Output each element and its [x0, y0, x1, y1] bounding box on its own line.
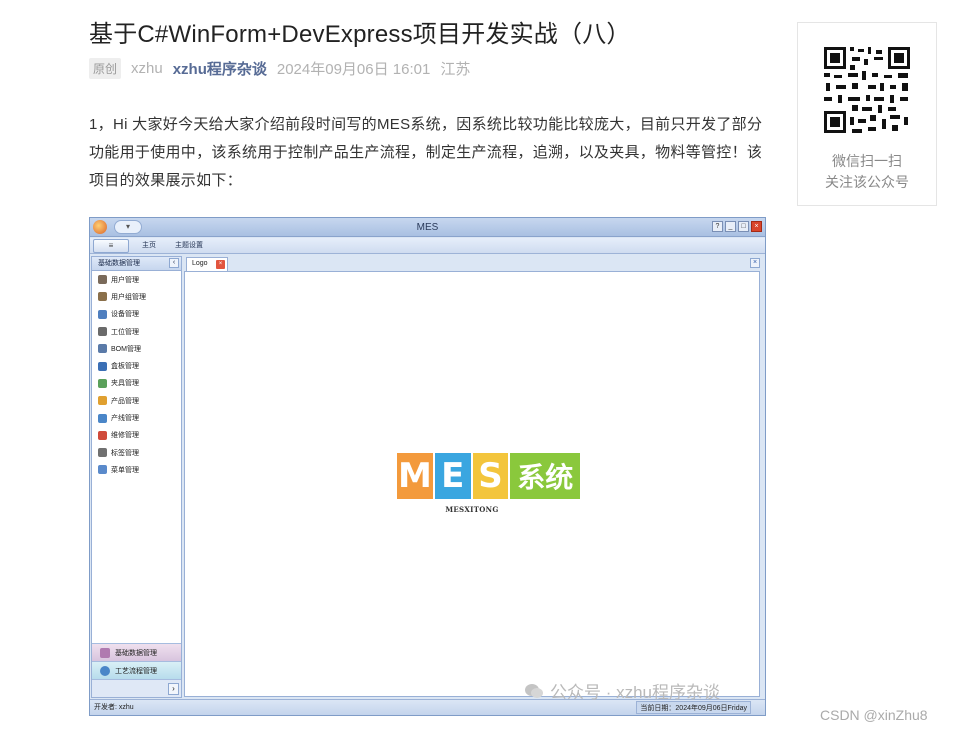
tab-close-icon[interactable]: ×: [216, 260, 225, 269]
tab-home[interactable]: 主页: [142, 240, 156, 252]
sidebar-item-icon: [98, 378, 107, 388]
help-icon[interactable]: ?: [712, 221, 723, 232]
sidebar-item[interactable]: 盒板管理: [92, 357, 181, 374]
tab-logo[interactable]: Logo ×: [186, 257, 228, 271]
sidebar-item-icon: [98, 344, 107, 354]
original-tag: 原创: [89, 58, 122, 79]
basic-data-icon: [100, 647, 110, 658]
app-titlebar: ▾ MES ? _ □ ×: [90, 218, 765, 237]
sidebar-items: 用户管理用户组管理设备管理工位管理 BOM管理盒板管理夹具管理产品管理产线管理维修…: [92, 271, 181, 479]
sidebar-item-label: 菜单管理: [111, 466, 139, 474]
sidebar-item-label: 标签管理: [111, 449, 139, 457]
mes-logo-subtitle: MESXITONG: [445, 505, 499, 514]
sidebar-item[interactable]: 工位管理: [92, 323, 181, 340]
wechat-icon: [525, 683, 543, 698]
nav-group-basic-data[interactable]: 基础数据管理: [92, 643, 181, 661]
minimize-icon[interactable]: _: [725, 221, 736, 232]
navigation-sidebar: 基础数据管理 ‹ 用户管理用户组管理设备管理工位管理 BOM管理盒板管理夹具管理产…: [91, 256, 182, 698]
window-title: MES: [416, 222, 439, 233]
qr-caption-scan: 微信扫一扫: [832, 153, 902, 169]
sidebar-item[interactable]: 设备管理: [92, 306, 181, 323]
mes-logo-block: 系统: [510, 453, 580, 499]
status-developer: 开发者: xzhu: [94, 704, 134, 711]
sidebar-item[interactable]: 维修管理: [92, 427, 181, 444]
sidebar-item-label: 维修管理: [111, 432, 139, 440]
sidebar-item-icon: [98, 448, 107, 458]
tab-theme-settings[interactable]: 主题设置: [175, 240, 203, 252]
sidebar-item[interactable]: BOM管理: [92, 340, 181, 357]
sidebar-item[interactable]: 用户组管理: [92, 288, 181, 305]
sidebar-item-icon: [98, 275, 107, 285]
publish-datetime: 2024年09月06日 16:01: [276, 61, 431, 78]
tab-logo-label: Logo: [192, 260, 208, 267]
sidebar-item-label: 用户管理: [111, 276, 139, 284]
wechat-watermark: 公众号 · xzhu程序杂谈: [524, 678, 720, 703]
qr-card: 微信扫一扫 关注该公众号: [797, 22, 937, 206]
sidebar-item[interactable]: 标签管理: [92, 444, 181, 461]
nav-group-label: 工艺流程管理: [115, 667, 157, 675]
sidebar-item[interactable]: 产品管理: [92, 392, 181, 409]
sidebar-item[interactable]: 菜单管理: [92, 461, 181, 478]
expand-arrow-icon[interactable]: ›: [168, 683, 179, 695]
author-name: xzhu: [131, 60, 163, 77]
mes-app-screenshot: ▾ MES ? _ □ × ≡ 主页 主题设置 基础数据管理 ‹ 用户管理用户组…: [89, 217, 766, 716]
sidebar-item[interactable]: 夹具管理: [92, 375, 181, 392]
close-icon[interactable]: ×: [751, 221, 762, 232]
document-tabs: Logo × ×: [184, 256, 764, 271]
sidebar-title: 基础数据管理: [98, 260, 140, 267]
sidebar-item[interactable]: 用户管理: [92, 271, 181, 288]
qr-code-icon: [822, 45, 912, 135]
mes-logo-block: S: [472, 453, 509, 499]
qr-caption-follow: 关注该公众号: [825, 174, 909, 190]
sidebar-item-label: BOM管理: [111, 345, 141, 353]
account-link[interactable]: xzhu程序杂谈: [173, 58, 267, 79]
sidebar-item-label: 用户组管理: [111, 293, 146, 301]
sidebar-item-icon: [98, 465, 107, 475]
ribbon-tabs: ≡ 主页 主题设置: [90, 238, 765, 254]
sidebar-item-icon: [98, 327, 107, 337]
mes-logo-block: M: [397, 453, 433, 499]
nav-group-label: 基础数据管理: [115, 649, 157, 657]
mes-logo-block: E: [434, 453, 471, 499]
app-menu-button[interactable]: ≡: [93, 239, 129, 253]
gear-icon: [100, 665, 110, 676]
sidebar-item-label: 设备管理: [111, 311, 139, 319]
article-title: 基于C#WinForm+DevExpress项目开发实战（八）: [89, 21, 631, 48]
restore-icon[interactable]: □: [738, 221, 749, 232]
sidebar-item-label: 夹具管理: [111, 380, 139, 388]
nav-group-process-flow[interactable]: 工艺流程管理: [92, 661, 181, 679]
sidebar-item-icon: [98, 413, 107, 423]
close-all-tabs-icon[interactable]: ×: [750, 258, 760, 268]
sidebar-item-label: 工位管理: [111, 328, 139, 336]
sidebar-item-label: 产线管理: [111, 415, 139, 423]
mes-logo: M E S 系统 MESXITONG: [397, 453, 580, 523]
sidebar-item-icon: [98, 396, 107, 406]
mes-logo-letters: M E S 系统: [397, 453, 580, 499]
collapse-sidebar-icon[interactable]: ‹: [169, 258, 179, 268]
article-paragraph: 1，Hi 大家好今天给大家介绍前段时间写的MES系统，因系统比较功能比较庞大，目…: [89, 116, 763, 189]
sidebar-item[interactable]: 产线管理: [92, 409, 181, 426]
sidebar-item-label: 盒板管理: [111, 363, 139, 371]
sidebar-item-icon: [98, 430, 107, 440]
window-controls: ? _ □ ×: [712, 221, 762, 232]
publish-location: 江苏: [440, 61, 471, 78]
sidebar-item-icon: [98, 292, 107, 302]
sidebar-header: 基础数据管理 ‹: [92, 257, 181, 271]
sidebar-item-icon: [98, 309, 107, 319]
nav-footer: ›: [92, 679, 181, 697]
csdn-watermark: CSDN @xinZhu8: [820, 707, 928, 723]
sidebar-item-label: 产品管理: [111, 397, 139, 405]
watermark-text: 公众号 · xzhu程序杂谈: [550, 683, 721, 702]
article-meta: 原创 xzhu xzhu程序杂谈 2024年09月06日 16:01 江苏: [89, 58, 470, 79]
sidebar-item-icon: [98, 361, 107, 371]
sidebar-nav-groups: 基础数据管理 工艺流程管理 ›: [92, 643, 181, 697]
workspace-panel: M E S 系统 MESXITONG: [184, 271, 760, 697]
